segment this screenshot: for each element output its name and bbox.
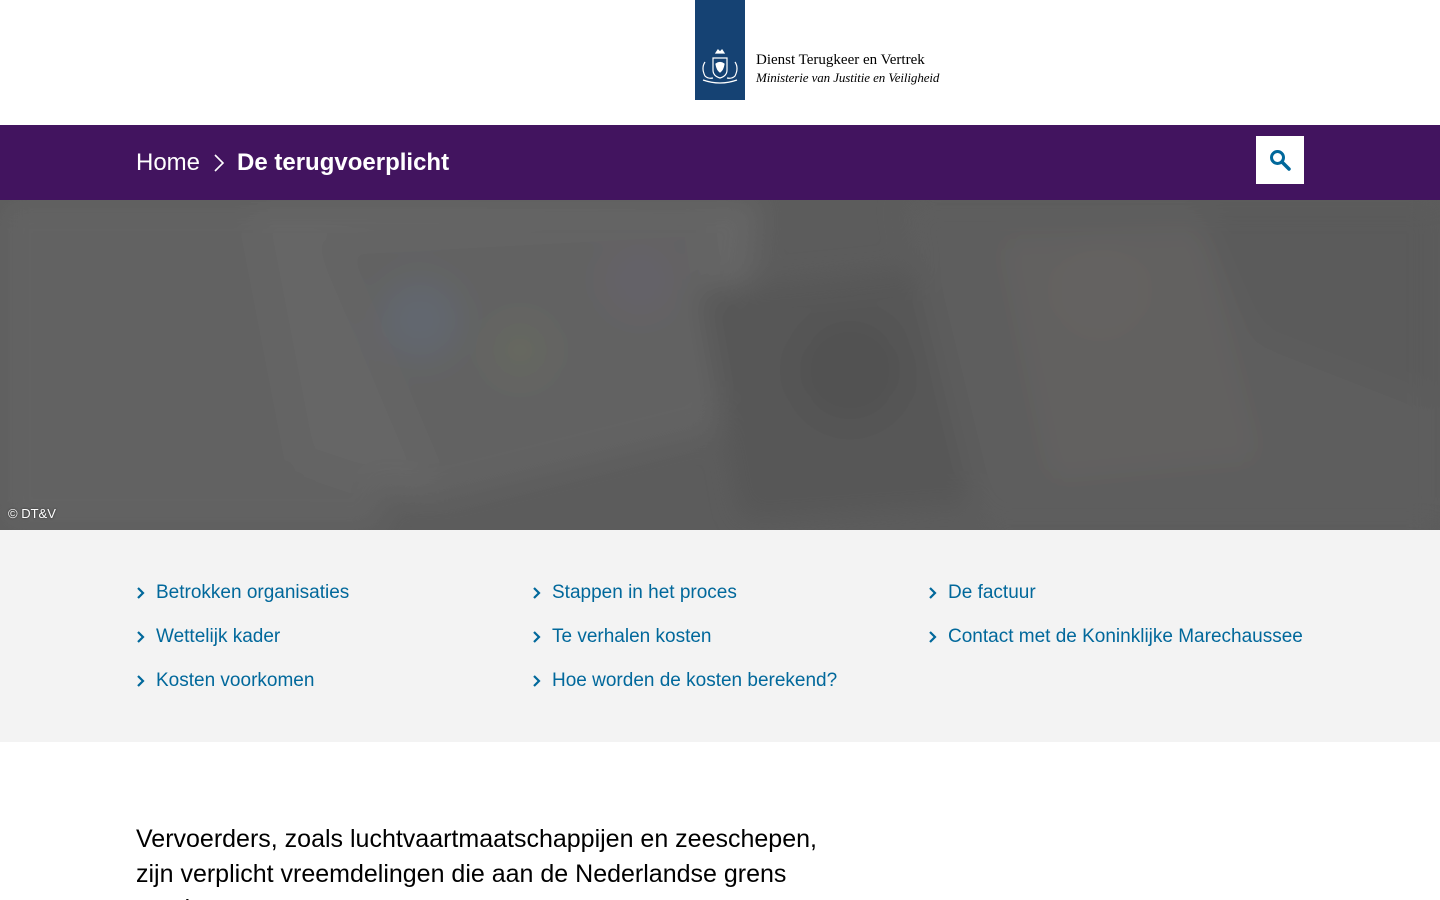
subnav: Betrokken organisaties Wettelijk kader K…: [0, 530, 1440, 742]
logo-text: Dienst Terugkeer en Vertrek Ministerie v…: [756, 51, 1016, 87]
subnav-link-stappen-in-het-proces[interactable]: Stappen in het proces: [552, 582, 737, 604]
image-credit: © DT&V: [8, 506, 56, 521]
breadcrumb-home-link[interactable]: Home: [136, 125, 200, 200]
intro-text: Vervoerders, zoals luchtvaartmaatschappi…: [136, 825, 817, 900]
hero-image: © DT&V: [0, 200, 1440, 530]
subnav-item[interactable]: Betrokken organisaties: [136, 571, 349, 615]
breadcrumb: Home De terugvoerplicht: [136, 125, 449, 200]
subnav-item[interactable]: De factuur: [928, 571, 1303, 615]
subnav-link-te-verhalen-kosten[interactable]: Te verhalen kosten: [552, 626, 712, 648]
chevron-right-icon: [137, 631, 145, 643]
breadcrumb-bar: Home De terugvoerplicht: [0, 125, 1440, 200]
chevron-right-icon: [929, 587, 937, 599]
subnav-column-1: Betrokken organisaties Wettelijk kader K…: [136, 571, 349, 703]
chevron-right-icon: [137, 587, 145, 599]
subnav-link-contact-marechaussee[interactable]: Contact met de Koninklijke Marechaussee: [948, 626, 1303, 648]
chevron-right-icon: [533, 675, 541, 687]
subnav-column-3: De factuur Contact met de Koninklijke Ma…: [928, 571, 1303, 659]
subnav-item[interactable]: Contact met de Koninklijke Marechaussee: [928, 615, 1303, 659]
subnav-item[interactable]: Stappen in het proces: [532, 571, 837, 615]
subnav-link-de-factuur[interactable]: De factuur: [948, 582, 1036, 604]
hero-photo: [0, 200, 1440, 530]
subnav-link-wettelijk-kader[interactable]: Wettelijk kader: [156, 626, 280, 648]
chevron-right-icon: [533, 587, 541, 599]
subnav-link-betrokken-organisaties[interactable]: Betrokken organisaties: [156, 582, 349, 604]
search-icon: [1270, 150, 1291, 171]
subnav-item[interactable]: Kosten voorkomen: [136, 659, 349, 703]
subnav-item[interactable]: Wettelijk kader: [136, 615, 349, 659]
subnav-link-kosten-voorkomen[interactable]: Kosten voorkomen: [156, 670, 314, 692]
search-button[interactable]: [1256, 136, 1304, 184]
site-header: Dienst Terugkeer en Vertrek Ministerie v…: [0, 0, 1440, 125]
subnav-item[interactable]: Hoe worden de kosten berekend?: [532, 659, 837, 703]
chevron-right-icon: [137, 675, 145, 687]
coat-of-arms-icon: [702, 49, 738, 84]
subnav-item[interactable]: Te verhalen kosten: [532, 615, 837, 659]
chevron-right-icon: [533, 631, 541, 643]
ministry-name: Ministerie van Justitie en Veiligheid: [756, 70, 940, 85]
org-name: Dienst Terugkeer en Vertrek: [756, 52, 925, 68]
logo-link[interactable]: [695, 0, 745, 100]
breadcrumb-current: De terugvoerplicht: [237, 149, 450, 176]
subnav-link-kosten-berekend[interactable]: Hoe worden de kosten berekend?: [552, 670, 837, 692]
chevron-right-icon: [929, 631, 937, 643]
chevron-right-icon: [214, 153, 225, 172]
subnav-column-2: Stappen in het proces Te verhalen kosten…: [532, 571, 837, 703]
